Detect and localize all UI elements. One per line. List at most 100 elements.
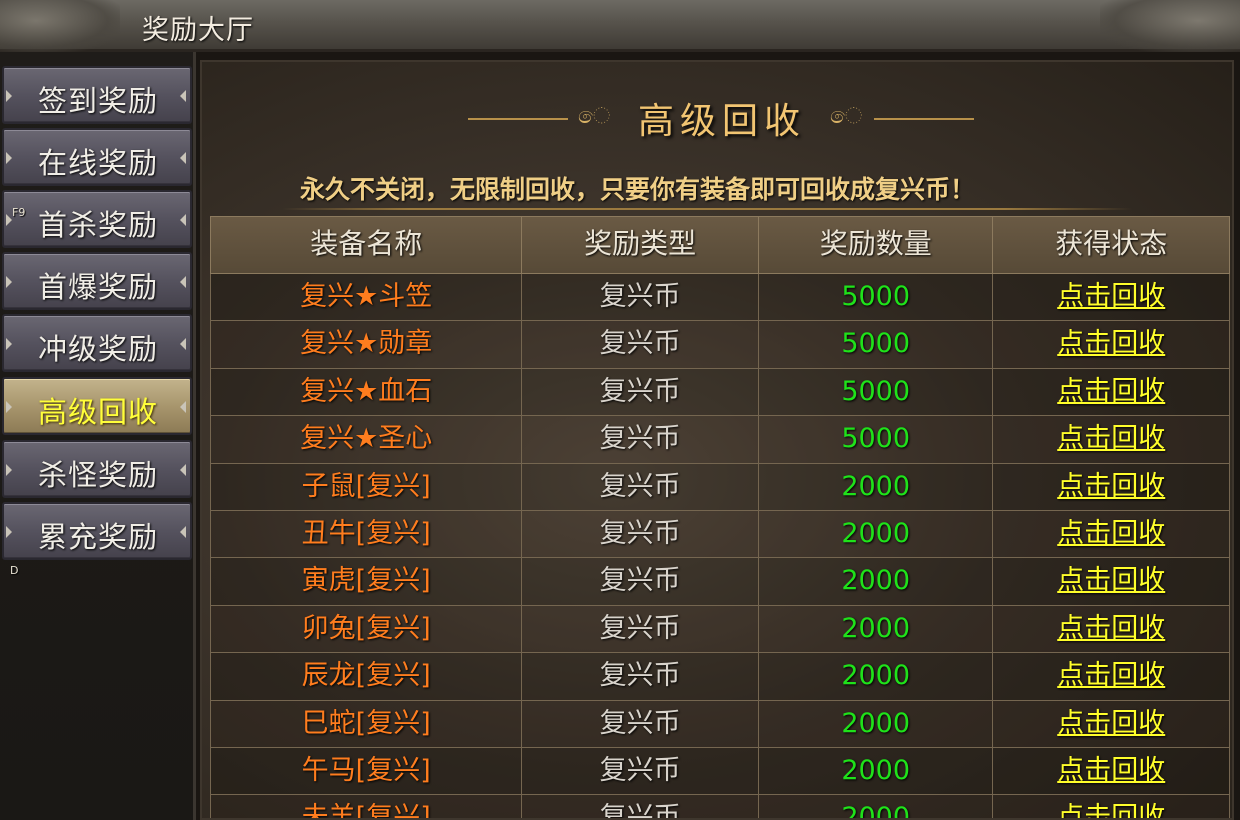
reward-type: 复兴币 [522,605,759,653]
reward-amount: 5000 [759,274,994,321]
sidebar-item-cumulative-recharge[interactable]: 累充奖励 [2,502,192,560]
sidebar-item-online[interactable]: 在线奖励 [2,128,192,186]
recycle-link[interactable]: 点击回收 [1057,471,1165,502]
recycle-link[interactable]: 点击回收 [1057,565,1165,596]
chevron-left-icon [180,401,186,413]
reward-type: 复兴币 [522,463,759,510]
equipment-name: 复兴★勋章 [211,321,523,368]
reward-amount: 2000 [759,463,994,510]
recycle-link[interactable]: 点击回收 [1057,802,1165,818]
reward-amount: 2000 [759,605,994,653]
sidebar-item-label: 累充奖励 [38,520,159,554]
equipment-name: 未羊[复兴] [211,795,523,818]
chevron-left-icon [180,90,186,102]
reward-type: 复兴币 [522,700,759,747]
panel-subtitle: 永久不关闭，无限制回收，只要你有装备即可回收成复兴币！ [300,175,976,204]
recycle-cell: 点击回收 [993,558,1229,604]
recycle-link[interactable]: 点击回收 [1057,660,1165,691]
recycle-cell: 点击回收 [993,464,1229,510]
column-header-type: 奖励类型 [522,217,759,273]
table-body: 复兴★斗笠 复兴币 5000 点击回收 复兴★勋章 复兴币 5000 点击回收 … [210,274,1230,818]
recycle-cell: 点击回收 [993,748,1229,794]
equipment-name: 复兴★圣心 [211,416,523,463]
sidebar-item-level-up[interactable]: 冲级奖励 [2,314,192,372]
equipment-name: 卯兔[复兴] [211,605,523,653]
reward-type: 复兴币 [522,321,759,368]
chevron-right-icon [6,526,12,538]
recycle-cell: 点击回收 [993,701,1229,747]
sidebar-item-monster-kill[interactable]: 杀怪奖励 [2,440,192,498]
reward-amount: 5000 [759,416,994,463]
sidebar-item-first-drop[interactable]: 首爆奖励 [2,252,192,310]
recycle-table: 装备名称 奖励类型 奖励数量 获得状态 复兴★斗笠 复兴币 5000 点击回收 … [210,216,1230,818]
title-divider-right [874,118,974,120]
recycle-cell: 点击回收 [993,416,1229,462]
recycle-link[interactable]: 点击回收 [1057,613,1165,644]
reward-type: 复兴币 [522,368,759,416]
recycle-link[interactable]: 点击回收 [1057,376,1165,407]
chevron-left-icon [180,214,186,226]
chevron-left-icon [180,526,186,538]
chevron-right-icon [6,90,12,102]
chevron-right-icon [6,338,12,350]
reward-type: 复兴币 [522,747,759,795]
table-row: 卯兔[复兴] 复兴币 2000 点击回收 [210,605,1230,654]
table-row: 子鼠[复兴] 复兴币 2000 点击回收 [210,463,1230,511]
sidebar-item-label: 首杀奖励 [38,208,159,242]
table-row: 复兴★血石 复兴币 5000 点击回收 [210,368,1230,417]
equipment-name: 丑牛[复兴] [211,510,523,558]
column-header-status: 获得状态 [1055,227,1168,260]
subtitle-divider [282,208,1132,210]
recycle-link[interactable]: 点击回收 [1057,281,1165,312]
sidebar-item-sign-in[interactable]: 签到奖励 [2,66,192,124]
recycle-link[interactable]: 点击回收 [1057,755,1165,786]
chevron-left-icon [180,338,186,350]
recycle-link[interactable]: 点击回收 [1057,708,1165,739]
equipment-name: 复兴★血石 [211,368,523,416]
hotkey-f9: F9 [12,206,26,219]
table-row: 辰龙[复兴] 复兴币 2000 点击回收 [210,653,1230,701]
sidebar-item-advanced-recycle[interactable]: 高级回收 [2,377,192,435]
title-divider-left [468,118,568,120]
reward-type: 复兴币 [522,416,759,463]
table-row: 复兴★斗笠 复兴币 5000 点击回收 [210,274,1230,322]
reward-amount: 2000 [759,558,994,605]
reward-type: 复兴币 [522,558,759,605]
reward-type: 复兴币 [522,510,759,558]
window-title: 奖励大厅 [142,15,254,46]
chevron-right-icon [6,464,12,476]
reward-amount: 2000 [759,795,994,818]
recycle-cell: 点击回收 [993,795,1229,818]
recycle-link[interactable]: 点击回收 [1057,423,1165,454]
table-row: 复兴★圣心 复兴币 5000 点击回收 [210,416,1230,464]
sidebar: 签到奖励 在线奖励 首杀奖励 首爆奖励 冲级奖励 高级回收 杀怪奖励 累充奖励 … [0,52,196,820]
chevron-left-icon [180,276,186,288]
sidebar-item-label: 在线奖励 [38,146,159,180]
recycle-cell: 点击回收 [993,606,1229,652]
table-row: 午马[复兴] 复兴币 2000 点击回收 [210,747,1230,796]
equipment-name: 寅虎[复兴] [211,558,523,605]
reward-amount: 2000 [759,510,994,558]
reward-type: 复兴币 [522,795,759,818]
reward-amount: 5000 [759,368,994,416]
panel-title: 高级回收 [638,101,807,142]
sidebar-item-label: 首爆奖励 [38,270,159,304]
sidebar-item-label: 冲级奖励 [38,332,159,366]
recycle-cell: 点击回收 [993,369,1229,415]
chevron-left-icon [180,152,186,164]
table-row: 巳蛇[复兴] 复兴币 2000 点击回收 [210,700,1230,748]
recycle-link[interactable]: 点击回收 [1057,328,1165,359]
sidebar-item-label: 高级回收 [38,395,159,429]
chevron-left-icon [180,464,186,476]
chevron-right-icon [6,276,12,288]
sidebar-item-label: 签到奖励 [38,84,159,118]
recycle-link[interactable]: 点击回收 [1057,518,1165,549]
equipment-name: 午马[复兴] [211,747,523,795]
sidebar-item-label: 杀怪奖励 [38,458,159,492]
reward-type: 复兴币 [522,274,759,321]
recycle-cell: 点击回收 [993,653,1229,699]
table-row: 未羊[复兴] 复兴币 2000 点击回收 [210,795,1230,818]
sidebar-item-first-kill[interactable]: 首杀奖励 [2,190,192,248]
equipment-name: 辰龙[复兴] [211,653,523,700]
table-row: 丑牛[复兴] 复兴币 2000 点击回收 [210,510,1230,559]
